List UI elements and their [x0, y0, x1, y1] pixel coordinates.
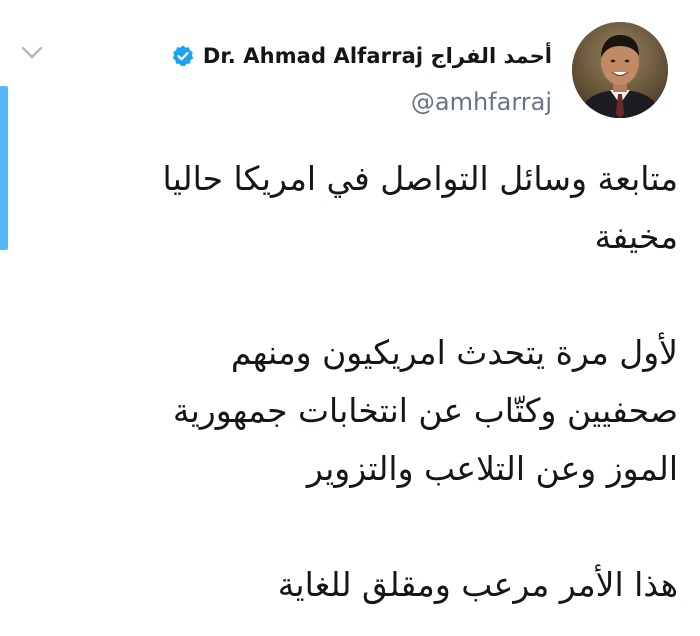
thread-indicator-bar [0, 86, 8, 250]
tweet-line: صحفيين وكتّاب عن انتخابات جمهورية [172, 391, 678, 430]
tweet-card: Dr. Ahmad Alfarraj أحمد الفراج @amhfarra… [0, 0, 700, 636]
verified-badge-icon [172, 45, 194, 67]
author-display-name[interactable]: Dr. Ahmad Alfarraj أحمد الفراج [203, 44, 552, 68]
author-name-row[interactable]: Dr. Ahmad Alfarraj أحمد الفراج [171, 40, 552, 72]
author-handle[interactable]: @amhfarraj [411, 88, 552, 116]
tweet-line: مخيفة [594, 217, 678, 256]
tweet-text: متابعة وسائل التواصل في امريكا حاليا مخي… [18, 150, 678, 614]
tweet-paragraph: هذا الأمر مرعب ومقلق للغاية [18, 556, 678, 614]
tweet-line: لأول مرة يتحدث امريكيون ومنهم [230, 333, 678, 372]
tweet-paragraph: متابعة وسائل التواصل في امريكا حاليا مخي… [18, 150, 678, 266]
tweet-paragraph: لأول مرة يتحدث امريكيون ومنهم صحفيين وكت… [18, 324, 678, 498]
avatar[interactable] [572, 22, 668, 118]
tweet-line: الموز وعن التلاعب والتزوير [306, 449, 678, 488]
tweet-line: متابعة وسائل التواصل في امريكا حاليا [162, 159, 678, 198]
chevron-down-icon[interactable] [18, 38, 46, 66]
tweet-line: هذا الأمر مرعب ومقلق للغاية [277, 565, 678, 604]
avatar-portrait-image [572, 22, 668, 118]
